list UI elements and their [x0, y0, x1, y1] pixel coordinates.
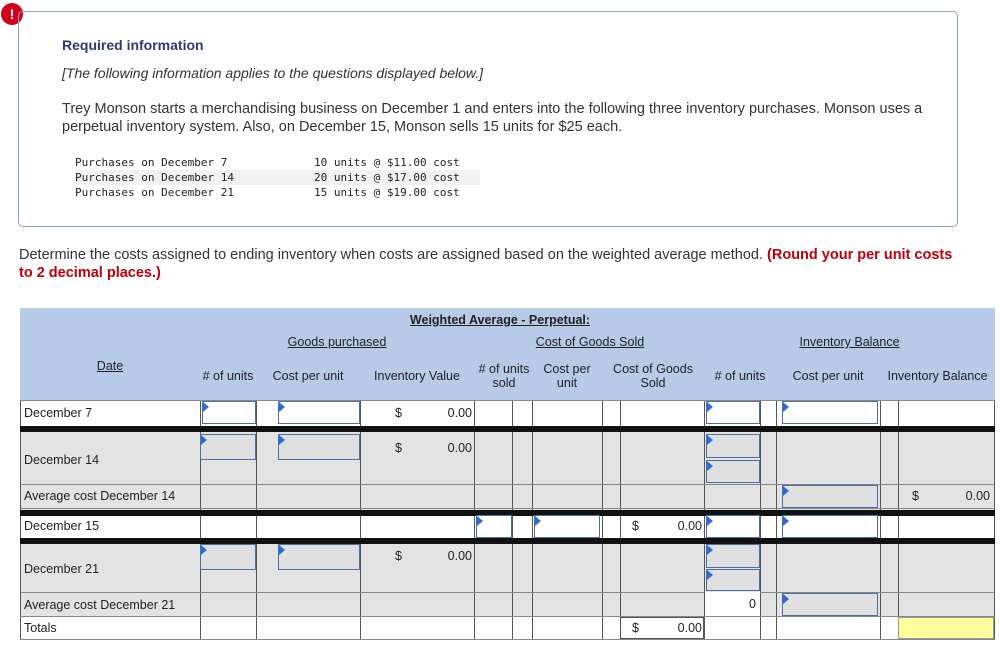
- dec7-balance-units-input[interactable]: [706, 401, 760, 424]
- col-inventory-balance: Inventory Balance: [887, 369, 988, 383]
- avg21-balance-units: 0: [749, 597, 756, 611]
- dec15-units-sold-input[interactable]: [476, 515, 512, 538]
- col-cost-per-unit-sold: Cost per unit: [543, 362, 591, 390]
- totals-inventory-balance-cell: [898, 617, 994, 639]
- purchase-label: Purchases on December 21: [75, 186, 234, 199]
- question-text: Determine the costs assigned to ending i…: [19, 246, 969, 282]
- question-main: Determine the costs assigned to ending i…: [19, 247, 763, 263]
- row-divider: [20, 639, 995, 640]
- divider: [880, 400, 881, 640]
- avg14-inventory-balance: 0.00: [965, 489, 990, 503]
- dec7-value-dollar: $: [395, 406, 402, 420]
- section-separator: [20, 538, 995, 544]
- dec15-cost-per-unit-input[interactable]: [534, 515, 600, 538]
- required-info-title: Required information: [62, 37, 204, 53]
- dec14-balance-units-input-2[interactable]: [706, 460, 760, 483]
- divider: [20, 400, 21, 640]
- dec14-inventory-value: 0.00: [447, 441, 472, 455]
- dec14-value-dollar: $: [395, 441, 402, 455]
- divider: [512, 400, 513, 640]
- dec7-units-input[interactable]: [202, 401, 256, 424]
- dec14-balance-units-input-1[interactable]: [706, 434, 760, 458]
- divider: [994, 400, 995, 640]
- row-label-avg21: Average cost December 21: [24, 598, 176, 612]
- dec15-cost-of-goods-sold: 0.00: [677, 519, 702, 533]
- dec21-balance-units-input-2[interactable]: [706, 569, 760, 591]
- row-divider: [20, 616, 995, 617]
- col-units: # of units: [202, 369, 254, 383]
- row-divider: [20, 508, 995, 509]
- weighted-average-table: Weighted Average - Perpetual: Goods purc…: [20, 308, 995, 640]
- dec7-inventory-value: 0.00: [447, 406, 472, 420]
- dec15-balance-cost-input[interactable]: [782, 515, 878, 538]
- dec21-value-dollar: $: [395, 549, 402, 563]
- purchase-label: Purchases on December 14: [75, 171, 234, 184]
- divider: [760, 400, 761, 640]
- totals-cost-of-goods-sold: 0.00: [677, 621, 702, 635]
- group-goods-purchased: Goods purchased: [287, 335, 387, 349]
- divider: [898, 400, 899, 640]
- row-label-avg14: Average cost December 14: [24, 489, 176, 503]
- col-balance-units: # of units: [714, 369, 766, 383]
- col-cost-of-goods-sold: Cost of Goods Sold: [613, 362, 693, 390]
- avg14-balance-dollar: $: [912, 489, 919, 503]
- row-label-dec15: December 15: [24, 519, 100, 533]
- dec21-units-input[interactable]: [200, 544, 256, 570]
- divider: [532, 400, 533, 640]
- dec21-inventory-value: 0.00: [447, 549, 472, 563]
- purchase-line: Purchases on December 7 10 units @ $11.0…: [75, 155, 460, 170]
- group-cost-of-goods-sold: Cost of Goods Sold: [535, 335, 645, 349]
- required-info-body: Trey Monson starts a merchandising busin…: [62, 101, 923, 135]
- table-title: Weighted Average - Perpetual:: [409, 313, 591, 327]
- divider: [474, 400, 475, 640]
- purchase-detail: 15 units @ $19.00 cost: [314, 186, 460, 199]
- col-date: Date: [96, 359, 124, 373]
- totals-cogs-dollar: $: [632, 621, 639, 635]
- purchase-line: Purchases on December 21 15 units @ $19.…: [75, 185, 460, 200]
- avg21-cost-per-unit-input[interactable]: [782, 593, 878, 616]
- purchase-detail: 10 units @ $11.00 cost: [314, 156, 460, 169]
- purchase-detail: 20 units @ $17.00 cost: [314, 171, 460, 184]
- dec21-balance-units-input-1[interactable]: [706, 544, 760, 568]
- col-cost-per-unit: Cost per unit: [272, 369, 344, 383]
- required-info-note: [The following information applies to th…: [62, 65, 484, 81]
- group-inventory-balance: Inventory Balance: [799, 335, 900, 349]
- divider: [620, 400, 621, 640]
- dec14-cost-per-unit-input[interactable]: [278, 434, 360, 460]
- dec14-units-input[interactable]: [200, 434, 256, 460]
- divider: [256, 400, 257, 640]
- row-label-dec21: December 21: [24, 562, 100, 576]
- dec7-balance-cost-input[interactable]: [782, 401, 878, 424]
- col-balance-cost-per-unit: Cost per unit: [792, 369, 864, 383]
- row-label-totals: Totals: [24, 621, 57, 635]
- avg14-cost-per-unit-input[interactable]: [782, 485, 878, 508]
- row-label-dec7: December 7: [24, 406, 93, 420]
- col-units-sold: # of units sold: [478, 362, 530, 390]
- row-band-dec21: [20, 542, 995, 592]
- divider: [360, 400, 361, 640]
- section-separator: [20, 426, 995, 432]
- dec15-balance-units-input[interactable]: [706, 515, 760, 538]
- dec7-cost-per-unit-input[interactable]: [278, 401, 360, 424]
- purchase-line: Purchases on December 14 20 units @ $17.…: [75, 170, 480, 185]
- purchase-label: Purchases on December 7: [75, 156, 228, 169]
- divider: [776, 400, 777, 640]
- row-label-dec14: December 14: [24, 453, 100, 467]
- dec21-cost-per-unit-input[interactable]: [278, 544, 360, 570]
- divider: [602, 400, 603, 640]
- dec15-cogs-dollar: $: [632, 519, 639, 533]
- col-inventory-value: Inventory Value: [374, 369, 460, 383]
